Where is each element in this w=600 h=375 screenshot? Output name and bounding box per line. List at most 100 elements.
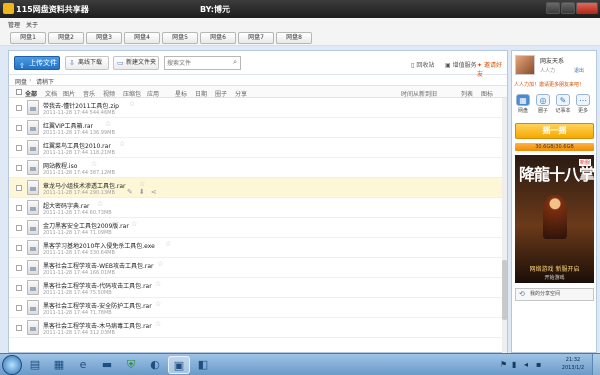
drive-button-5[interactable]: 网盘5 xyxy=(162,32,198,44)
rename-icon[interactable]: ✎ xyxy=(127,188,133,196)
close-button[interactable] xyxy=(576,2,598,14)
shake-button[interactable]: 摇一摇 xyxy=(515,123,594,139)
search-input[interactable] xyxy=(167,58,229,69)
file-row[interactable]: 黑客社会工程学攻击-代码攻击工具包.rar ☆ 2011-11-28 17:44… xyxy=(9,278,502,298)
star-icon[interactable]: ☆ xyxy=(165,240,171,248)
upload-button[interactable]: ⇧ 上传文件 xyxy=(14,56,60,70)
taskbar-active-app-icon[interactable]: ▣ xyxy=(168,356,190,374)
file-name[interactable]: 红翼VIP工具箱.rar xyxy=(43,121,93,130)
file-row[interactable]: 红翼VIP工具箱.rar ☆ 2011-11-28 17:44 136.99MB xyxy=(9,118,502,138)
file-row[interactable]: 带我去-懂针2011工具包.zip ☆ 2011-11-28 17:44 544… xyxy=(9,98,502,118)
drive-button-7[interactable]: 网盘7 xyxy=(238,32,274,44)
file-name[interactable]: 金刀黑客安全工具包2009版.rar xyxy=(43,221,129,230)
taskbar-folder-icon[interactable]: ▬ xyxy=(96,356,118,374)
star-icon[interactable]: ☆ xyxy=(157,260,163,268)
value-service-link[interactable]: ▣ 增值服务 xyxy=(445,60,477,69)
file-list-scrollbar[interactable] xyxy=(502,98,507,353)
filter-docs[interactable]: 文档 xyxy=(45,89,57,98)
select-all-checkbox[interactable] xyxy=(16,89,22,95)
avatar[interactable] xyxy=(515,55,535,75)
star-icon[interactable]: ☆ xyxy=(155,280,161,288)
file-row[interactable]: 红翼菜鸟工具包2010.rar ☆ 2011-11-28 17:44 118.2… xyxy=(9,138,502,158)
star-icon[interactable]: ☆ xyxy=(131,220,137,228)
taskbar-clock[interactable]: 21:32 2013/1/2 xyxy=(558,356,588,372)
star-icon[interactable]: ☆ xyxy=(155,320,161,328)
row-checkbox[interactable] xyxy=(16,265,22,271)
row-checkbox[interactable] xyxy=(16,225,22,231)
menu-about[interactable]: 关于 xyxy=(26,20,38,29)
filter-archives[interactable]: 压缩包 xyxy=(123,89,141,98)
tray-flag-icon[interactable]: ⚑ xyxy=(500,360,507,369)
file-name[interactable]: 黑客社会工程学攻击-木马病毒工具包.rar xyxy=(43,321,152,330)
view-list[interactable]: 列表 xyxy=(461,89,473,98)
minimize-button[interactable] xyxy=(546,2,560,14)
star-icon[interactable]: ☆ xyxy=(91,160,97,168)
file-name[interactable]: 红翼菜鸟工具包2010.rar xyxy=(43,141,111,150)
menu-manage[interactable]: 管理 xyxy=(8,20,20,29)
file-name[interactable]: 黑客学习基地2010年入侵免杀工具包.exe xyxy=(43,241,155,250)
sidebar-item-drive[interactable]: ▦ 网盘 xyxy=(515,94,531,114)
row-checkbox[interactable] xyxy=(16,145,22,151)
filter-share[interactable]: 分享 xyxy=(235,89,247,98)
maximize-button[interactable] xyxy=(561,2,575,14)
sidebar-item-more[interactable]: ⋯ 更多 xyxy=(575,94,591,114)
recycle-bin-link[interactable]: ▯ 回收站 xyxy=(411,60,434,69)
filter-apps[interactable]: 应用 xyxy=(147,89,159,98)
promo-text[interactable]: 人人力加！邀请更多朋友来吧！ xyxy=(514,81,584,88)
scrollbar-thumb[interactable] xyxy=(502,260,507,320)
filter-video[interactable]: 视频 xyxy=(103,89,115,98)
file-name[interactable]: 章龙马小组技术渗透工具包.rar xyxy=(43,181,126,190)
drive-button-2[interactable]: 网盘2 xyxy=(48,32,84,44)
new-folder-button[interactable]: ▭ 新建文件夹 xyxy=(113,56,159,70)
sort-dropdown[interactable]: 时间从新到旧 xyxy=(401,89,437,98)
row-checkbox[interactable] xyxy=(16,125,22,131)
offline-download-button[interactable]: ⇩ 离线下载 xyxy=(65,56,109,70)
filter-music[interactable]: 音乐 xyxy=(83,89,95,98)
row-checkbox[interactable] xyxy=(16,105,22,111)
drive-button-1[interactable]: 网盘1 xyxy=(10,32,46,44)
star-icon[interactable]: ☆ xyxy=(119,140,125,148)
star-icon[interactable]: ☆ xyxy=(129,100,135,108)
file-row[interactable]: 黑客社会工程学攻击-木马病毒工具包.rar ☆ 2011-11-28 17:44… xyxy=(9,318,502,338)
breadcrumb-root[interactable]: 网盘 xyxy=(15,77,27,86)
tray-ime-icon[interactable]: ▪ xyxy=(536,360,541,369)
drive-button-3[interactable]: 网盘3 xyxy=(86,32,122,44)
filter-all[interactable]: 全部 xyxy=(25,89,37,98)
file-name[interactable]: 带我去-懂针2011工具包.zip xyxy=(43,101,119,110)
sidebar-item-notes[interactable]: ✎ 记事本 xyxy=(555,94,571,114)
game-advertisement[interactable]: 降龍十八掌 新服 网络游戏 新服开启 开始游戏 xyxy=(515,155,594,283)
download-row-icon[interactable]: ⬇ xyxy=(139,188,145,196)
star-icon[interactable]: ☆ xyxy=(139,180,145,188)
drive-button-6[interactable]: 网盘6 xyxy=(200,32,236,44)
taskbar-image-viewer-icon[interactable]: ◧ xyxy=(192,356,214,374)
filter-star[interactable]: 星标 xyxy=(175,89,187,98)
file-row[interactable]: 超大密码字典.rar ☆ 2011-11-28 17:44 60.73MB xyxy=(9,198,502,218)
tray-network-icon[interactable]: ▮ xyxy=(512,360,516,369)
filter-circle[interactable]: 圈子 xyxy=(215,89,227,98)
file-name[interactable]: 黑客社会工程学攻击-代码攻击工具包.rar xyxy=(43,281,152,290)
file-row[interactable]: 金刀黑客安全工具包2009版.rar ☆ 2011-11-28 17:44 71… xyxy=(9,218,502,238)
drive-button-4[interactable]: 网盘4 xyxy=(124,32,160,44)
file-name[interactable]: 黑客社会工程学攻击-安全防护工具包.rar xyxy=(43,301,152,310)
ad-start-link[interactable]: 开始游戏 xyxy=(515,274,594,281)
row-checkbox[interactable] xyxy=(16,165,22,171)
logout-link[interactable]: 退出 xyxy=(574,67,584,74)
row-checkbox[interactable] xyxy=(16,325,22,331)
filter-images[interactable]: 图片 xyxy=(63,89,75,98)
star-icon[interactable]: ☆ xyxy=(155,300,161,308)
start-button[interactable] xyxy=(2,355,22,375)
row-checkbox[interactable] xyxy=(16,205,22,211)
view-icons[interactable]: 图标 xyxy=(481,89,493,98)
drive-button-8[interactable]: 网盘8 xyxy=(276,32,312,44)
taskbar-shield-icon[interactable]: ⛨ xyxy=(120,356,142,374)
file-row-selected[interactable]: 章龙马小组技术渗透工具包.rar ☆ 2011-11-28 17:44 290.… xyxy=(9,178,502,198)
share-icon[interactable]: ⋖ xyxy=(151,188,157,196)
file-name[interactable]: 超大密码字典.rar xyxy=(43,201,90,210)
sidebar-item-circle[interactable]: ◎ 圈子 xyxy=(535,94,551,114)
row-checkbox[interactable] xyxy=(16,305,22,311)
star-icon[interactable]: ☆ xyxy=(105,120,111,128)
share-space-button[interactable]: ⟲ 我的分享空间 xyxy=(515,288,594,301)
tray-volume-icon[interactable]: ◂ xyxy=(524,360,528,369)
taskbar-ie-icon[interactable]: e xyxy=(72,356,94,374)
search-icon[interactable]: ⌕ xyxy=(233,58,237,67)
